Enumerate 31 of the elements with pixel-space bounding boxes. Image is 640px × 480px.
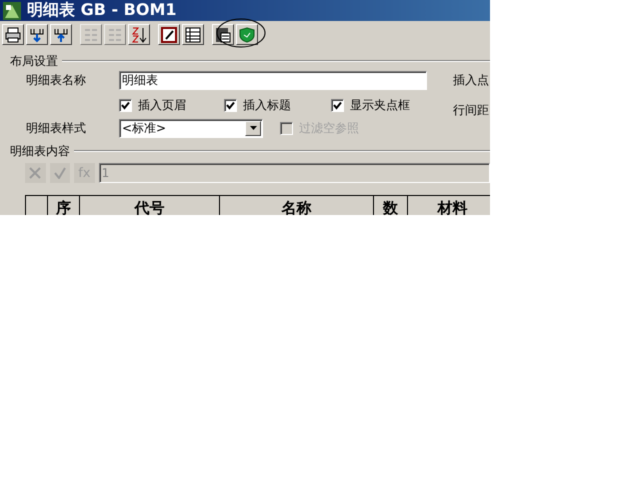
table-corner-cell[interactable] bbox=[26, 196, 48, 215]
insert-below-icon[interactable] bbox=[26, 24, 48, 45]
group-title: 明细表内容 bbox=[10, 142, 70, 160]
print-icon[interactable] bbox=[2, 24, 24, 45]
checkbox[interactable] bbox=[224, 98, 237, 112]
checkbox-label: 插入页眉 bbox=[138, 96, 186, 114]
checkbox-label: 显示夹点框 bbox=[350, 96, 410, 114]
field-label: 明细表名称 bbox=[25, 72, 87, 88]
dropdown-button[interactable] bbox=[245, 120, 261, 136]
field-label: 插入点 bbox=[453, 72, 489, 88]
table-icon[interactable] bbox=[182, 24, 204, 45]
column-header[interactable]: 代号 bbox=[80, 196, 220, 215]
column-header[interactable]: 序 bbox=[48, 196, 80, 215]
checkbox-label: 插入标题 bbox=[243, 96, 291, 114]
name-field[interactable]: 明细表 bbox=[119, 70, 427, 90]
insert-above-icon[interactable] bbox=[50, 24, 72, 45]
field-label: 明细表样式 bbox=[25, 120, 87, 136]
checkbox[interactable] bbox=[119, 98, 132, 112]
column-header[interactable]: 名称 bbox=[220, 196, 374, 215]
column-header[interactable]: 材料 bbox=[408, 196, 490, 215]
window-title: 明细表 GB - BOM1 bbox=[27, 0, 177, 21]
caret-icon bbox=[250, 126, 256, 130]
app-icon bbox=[3, 2, 21, 20]
sort-icon[interactable] bbox=[128, 24, 150, 45]
checkbox[interactable] bbox=[331, 98, 344, 112]
hand-drawn-circle bbox=[216, 18, 266, 48]
shield-icon[interactable] bbox=[236, 24, 258, 45]
edit-icon[interactable] bbox=[158, 24, 180, 45]
group-title: 布局设置 bbox=[10, 52, 58, 70]
field-label: 行间距 bbox=[453, 102, 489, 118]
style-dropdown[interactable]: <标准> bbox=[119, 118, 263, 138]
